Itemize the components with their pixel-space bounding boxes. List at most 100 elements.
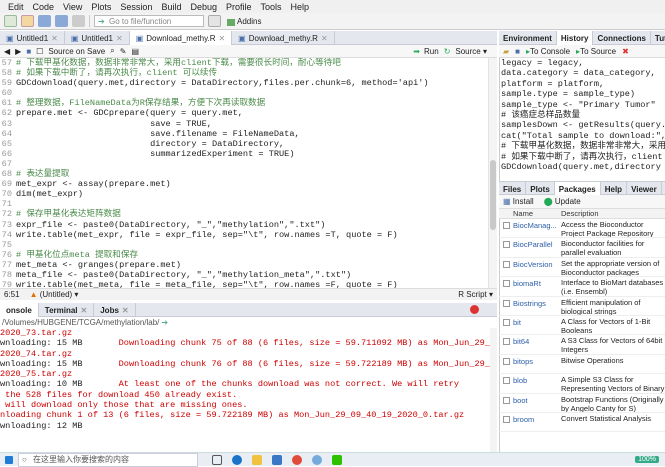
history-entry[interactable]: # 如果下载中断了，请再次执行，client 可 bbox=[499, 152, 665, 162]
package-checkbox[interactable] bbox=[499, 335, 513, 353]
grid-icon[interactable] bbox=[208, 15, 221, 27]
package-name-link[interactable]: biomaRt bbox=[513, 277, 561, 295]
close-tab-icon[interactable]: ✕ bbox=[122, 306, 129, 315]
editor-tab[interactable]: ▣ Untitled1 ✕ bbox=[65, 31, 130, 45]
package-name-link[interactable]: BiocParallel bbox=[513, 238, 561, 256]
package-checkbox[interactable] bbox=[499, 316, 513, 334]
package-name-link[interactable]: bit bbox=[513, 316, 561, 334]
menu-item-help[interactable]: Help bbox=[291, 2, 310, 12]
history-entry[interactable]: data.category = data_category, bbox=[499, 68, 665, 78]
save-icon[interactable] bbox=[38, 15, 51, 27]
editor-tab[interactable]: ▣ Download_methy.R ✕ bbox=[232, 31, 335, 45]
right-tab-environment[interactable]: Environment bbox=[499, 31, 557, 45]
menu-item-tools[interactable]: Tools bbox=[261, 2, 282, 12]
menu-item-session[interactable]: Session bbox=[120, 2, 152, 12]
menu-item-view[interactable]: View bbox=[63, 2, 82, 12]
to-console-button[interactable]: ▸To Console bbox=[526, 47, 570, 56]
package-checkbox[interactable] bbox=[499, 394, 513, 412]
file-type-selector[interactable]: R Script ▾ bbox=[458, 290, 493, 299]
taskbar-search-input[interactable]: 在这里输入你要搜索的内容 bbox=[18, 452, 198, 467]
load-history-icon[interactable]: ▰ bbox=[503, 47, 509, 56]
package-checkbox[interactable] bbox=[499, 297, 513, 315]
close-tab-icon[interactable]: ✕ bbox=[321, 34, 328, 43]
history-entry[interactable]: legacy = legacy, bbox=[499, 58, 665, 68]
right-tab-history[interactable]: History bbox=[556, 31, 594, 45]
console-stop-icon[interactable] bbox=[470, 305, 479, 314]
task-view-icon[interactable] bbox=[212, 454, 222, 465]
package-name-link[interactable]: broom bbox=[513, 413, 561, 431]
package-checkbox[interactable] bbox=[499, 238, 513, 256]
close-tab-icon[interactable]: ✕ bbox=[81, 306, 88, 315]
package-name-link[interactable]: BiocManag... bbox=[513, 219, 561, 237]
addins-menu[interactable]: Addins bbox=[225, 17, 261, 26]
package-checkbox[interactable] bbox=[499, 277, 513, 295]
start-button[interactable] bbox=[0, 453, 18, 467]
menu-item-plots[interactable]: Plots bbox=[91, 2, 111, 12]
menu-item-edit[interactable]: Edit bbox=[8, 2, 24, 12]
chrome-icon[interactable] bbox=[292, 454, 302, 465]
editor-tab[interactable]: ▣ Untitled1 ✕ bbox=[0, 31, 65, 45]
to-source-button[interactable]: ▸To Source bbox=[576, 47, 616, 56]
run-button[interactable]: ➡ Run bbox=[413, 47, 438, 56]
package-name-link[interactable]: BiocVersion bbox=[513, 258, 561, 276]
scope-selector[interactable]: ▲ (Untitled) ▾ bbox=[30, 290, 79, 299]
new-file-icon[interactable] bbox=[4, 15, 17, 27]
install-button[interactable]: ▦ Install bbox=[503, 197, 534, 206]
close-tab-icon[interactable]: ✕ bbox=[218, 34, 225, 43]
history-list[interactable]: legacy = legacy, data.category = data_cat… bbox=[499, 58, 665, 178]
editor-tab[interactable]: ▣ Download_methy.R ✕ bbox=[129, 31, 233, 45]
menu-item-code[interactable]: Code bbox=[33, 2, 55, 12]
save-all-icon[interactable] bbox=[55, 15, 68, 27]
rerun-icon[interactable]: ↻ bbox=[444, 47, 451, 56]
save-file-icon[interactable]: ■ bbox=[26, 47, 31, 56]
right-tab-help[interactable]: Help bbox=[601, 182, 628, 196]
close-tab-icon[interactable]: ✕ bbox=[116, 34, 123, 43]
store-icon[interactable] bbox=[272, 454, 282, 465]
editor-scroll-thumb[interactable] bbox=[490, 160, 496, 230]
update-button[interactable]: ⬤ Update bbox=[544, 197, 581, 206]
console-tab-2[interactable]: Jobs ✕ bbox=[94, 303, 136, 317]
goto-dir-icon[interactable]: ➔ bbox=[161, 318, 168, 327]
code-editor[interactable]: 57 # 下载甲基化数据，数据非常非常大，采用client下载，需要很长时间，耐心… bbox=[0, 58, 497, 288]
explorer-icon[interactable] bbox=[252, 454, 262, 465]
delete-history-icon[interactable]: ✖ bbox=[622, 47, 629, 56]
source-on-save-checkbox[interactable]: ☐ bbox=[36, 47, 43, 56]
package-name-link[interactable]: blob bbox=[513, 374, 561, 392]
package-checkbox[interactable] bbox=[499, 219, 513, 237]
console-tab-1[interactable]: Terminal ✕ bbox=[39, 303, 95, 317]
wechat-icon[interactable] bbox=[332, 454, 342, 465]
back-icon[interactable]: ◀ bbox=[4, 47, 10, 56]
print-icon[interactable] bbox=[72, 15, 85, 27]
history-entry[interactable]: # 该癌症总样品数量 bbox=[499, 110, 665, 120]
package-checkbox[interactable] bbox=[499, 374, 513, 392]
save-history-icon[interactable]: ■ bbox=[515, 47, 520, 56]
wand-icon[interactable]: ✎ bbox=[120, 47, 127, 56]
right-tab-packages[interactable]: Packages bbox=[554, 182, 601, 196]
package-name-link[interactable]: Biostrings bbox=[513, 297, 561, 315]
search-icon[interactable]: ⌕ bbox=[110, 46, 114, 56]
history-entry[interactable]: GDCdownload(query.met,directory = bbox=[499, 162, 665, 172]
right-tab-connections[interactable]: Connections bbox=[593, 31, 651, 45]
history-entry[interactable]: sample_type <- "Primary Tumor" bbox=[499, 100, 665, 110]
goto-file-input[interactable]: Go to file/function bbox=[94, 15, 204, 27]
name-column-header[interactable]: Name bbox=[513, 209, 561, 218]
rstudio-icon[interactable] bbox=[312, 454, 322, 465]
history-entry[interactable]: cat("Total sample to download:", l bbox=[499, 131, 665, 141]
package-checkbox[interactable] bbox=[499, 355, 513, 373]
source-button[interactable]: Source ▾ bbox=[455, 47, 497, 56]
history-entry[interactable]: # 下载甲基化数据，数据非常非常大，采用cli bbox=[499, 141, 665, 151]
package-checkbox[interactable] bbox=[499, 413, 513, 431]
history-entry[interactable]: sample.type = sample_type) bbox=[499, 89, 665, 99]
right-tab-plots[interactable]: Plots bbox=[526, 182, 555, 196]
menu-item-profile[interactable]: Profile bbox=[226, 2, 252, 12]
menu-item-debug[interactable]: Debug bbox=[190, 2, 217, 12]
right-tab-viewer[interactable]: Viewer bbox=[627, 182, 662, 196]
package-name-link[interactable]: bitops bbox=[513, 355, 561, 373]
edge-icon[interactable] bbox=[232, 454, 242, 465]
console-output[interactable]: 2020_73.tar.gz wnloading: 15 MB Downloadi… bbox=[0, 328, 490, 452]
package-checkbox[interactable] bbox=[499, 258, 513, 276]
right-tab-tutorial[interactable]: Tutorial bbox=[651, 31, 665, 45]
open-project-icon[interactable] bbox=[21, 15, 34, 27]
history-entry[interactable]: samplesDown <- getResults(query.me bbox=[499, 120, 665, 130]
description-column-header[interactable]: Description bbox=[561, 209, 599, 218]
